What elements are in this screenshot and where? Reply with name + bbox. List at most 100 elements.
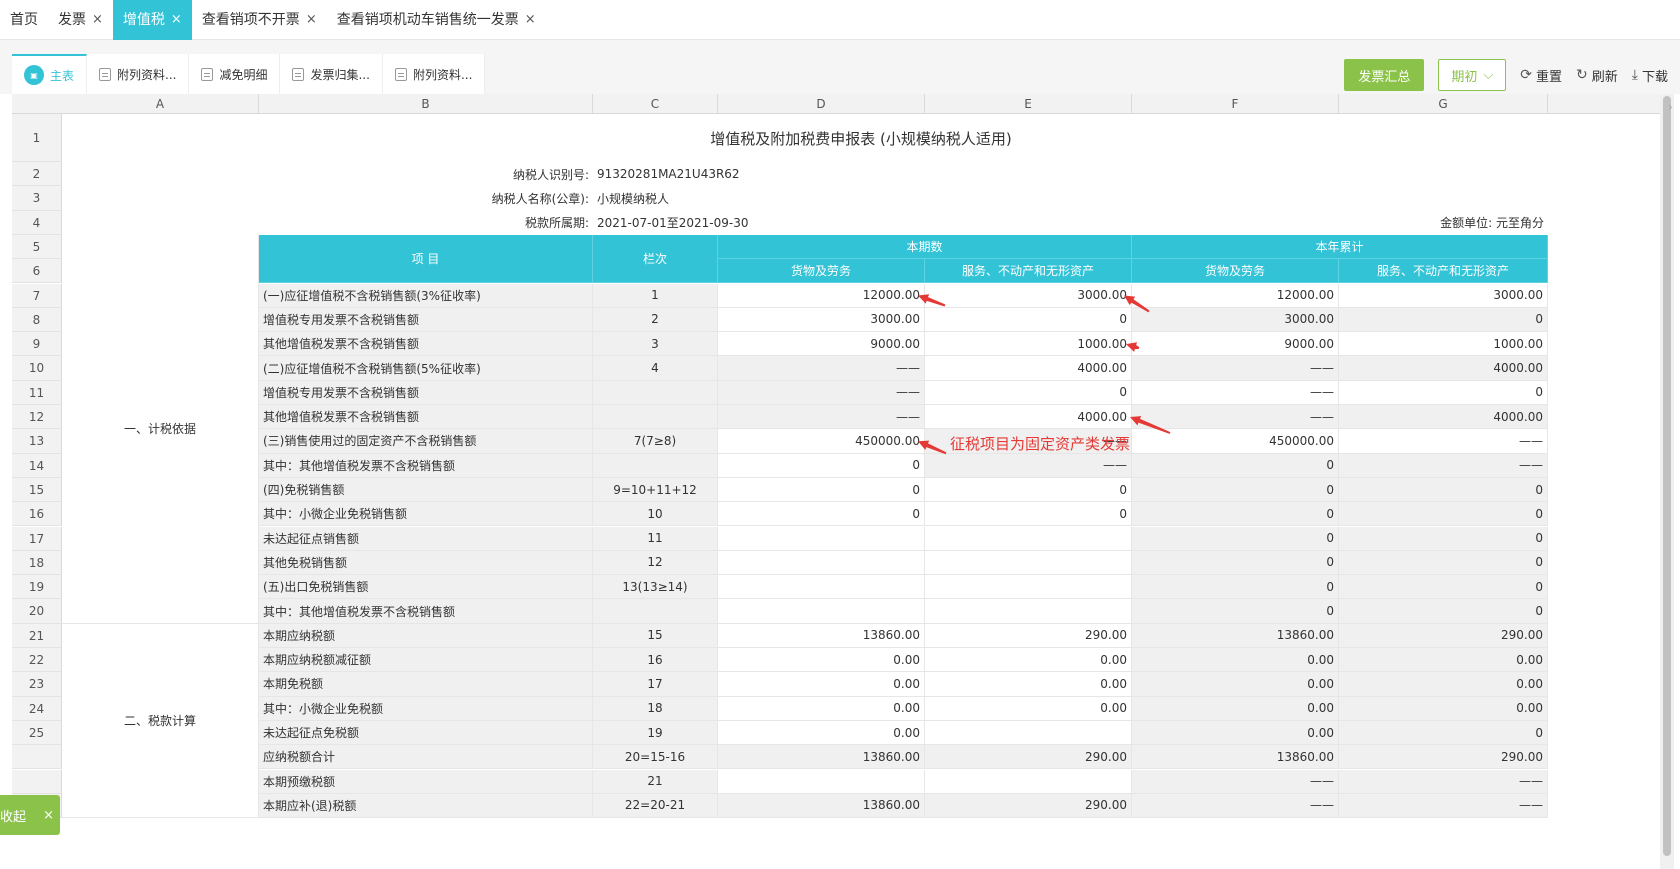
- cell-current-goods[interactable]: [718, 575, 925, 600]
- row-column-no[interactable]: 21: [593, 769, 718, 794]
- cell-ytd-services[interactable]: 1000.00: [1339, 332, 1548, 357]
- cell-ytd-services[interactable]: 0: [1339, 477, 1548, 503]
- row-header[interactable]: 21: [12, 623, 62, 648]
- cell-current-services[interactable]: 290.00: [925, 623, 1132, 648]
- cell-current-goods[interactable]: 0.00: [718, 720, 925, 746]
- cell-ytd-services[interactable]: 0: [1339, 575, 1548, 600]
- taxpayer-id-value[interactable]: 91320281MA21U43R62: [593, 162, 925, 186]
- section-tax-calc[interactable]: 二、税款计算: [62, 623, 259, 819]
- period-dropdown[interactable]: 期初 ⌵: [1438, 59, 1507, 91]
- close-icon[interactable]: ×: [92, 1, 103, 39]
- cell-ytd-services[interactable]: 3000.00: [1339, 283, 1548, 308]
- row-header[interactable]: 11: [12, 380, 62, 405]
- row-column-no[interactable]: 22=20-21: [593, 793, 718, 819]
- row-column-no[interactable]: [593, 453, 718, 478]
- close-icon[interactable]: ×: [306, 1, 317, 39]
- cell-ytd-services[interactable]: 0: [1339, 380, 1548, 405]
- row-item-label[interactable]: 增值税专用发票不含税销售额: [259, 380, 593, 405]
- tax-period-label[interactable]: 税款所属期:: [62, 211, 593, 235]
- cell-current-goods[interactable]: 450000.00: [718, 429, 925, 454]
- cell-current-services[interactable]: 290.00: [925, 793, 1132, 819]
- row-header[interactable]: 17: [12, 526, 62, 551]
- row-header[interactable]: 4: [12, 210, 62, 235]
- cell-ytd-services[interactable]: 290.00: [1339, 745, 1548, 770]
- row-column-no[interactable]: 18: [593, 696, 718, 721]
- row-header[interactable]: 24: [12, 696, 62, 721]
- cell-ytd-services[interactable]: 0: [1339, 307, 1548, 333]
- row-column-no[interactable]: 1: [593, 283, 718, 308]
- cell-current-services[interactable]: 3000.00: [925, 283, 1132, 308]
- column-header-b[interactable]: B: [259, 94, 593, 114]
- collapse-button[interactable]: 收起 ×: [0, 795, 60, 835]
- cell-current-services[interactable]: 1000.00: [925, 332, 1132, 357]
- row-header[interactable]: [12, 769, 62, 794]
- row-header[interactable]: [12, 745, 62, 770]
- cell-ytd-goods[interactable]: 13860.00: [1132, 623, 1339, 648]
- row-item-label[interactable]: 本期免税额: [259, 672, 593, 697]
- row-header[interactable]: 6: [12, 259, 62, 284]
- row-header[interactable]: 12: [12, 405, 62, 430]
- refresh-button[interactable]: ↻ 刷新: [1576, 66, 1618, 85]
- row-column-no[interactable]: 4: [593, 356, 718, 381]
- top-tab-0[interactable]: 首页: [0, 0, 48, 40]
- header-goods[interactable]: 货物及劳务: [718, 259, 925, 284]
- row-item-label[interactable]: 其中：小微企业免税销售额: [259, 502, 593, 527]
- sheet-tab-0[interactable]: ▣ 主表: [12, 54, 88, 94]
- row-column-no[interactable]: 9=10+11+12: [593, 477, 718, 503]
- cell-current-goods[interactable]: 0: [718, 477, 925, 503]
- row-item-label[interactable]: 其他免税销售额: [259, 550, 593, 576]
- chevron-right-icon[interactable]: ›: [1668, 100, 1673, 114]
- cell-ytd-services[interactable]: 290.00: [1339, 623, 1548, 648]
- row-item-label[interactable]: 其中：其他增值税发票不含税销售额: [259, 599, 593, 624]
- column-header-f[interactable]: F: [1132, 94, 1339, 114]
- cell-current-services[interactable]: 290.00: [925, 745, 1132, 770]
- row-item-label[interactable]: 增值税专用发票不含税销售额: [259, 307, 593, 333]
- cell-current-goods[interactable]: 0: [718, 453, 925, 478]
- header-item[interactable]: 项 目: [259, 234, 593, 284]
- cell-ytd-goods[interactable]: 0: [1132, 502, 1339, 527]
- cell-current-services[interactable]: [925, 550, 1132, 576]
- download-button[interactable]: ⤓ 下载: [1632, 66, 1668, 85]
- cell-ytd-goods[interactable]: 0.00: [1132, 672, 1339, 697]
- cell-ytd-goods[interactable]: 0.00: [1132, 696, 1339, 721]
- header-services[interactable]: 服务、不动产和无形资产: [925, 259, 1132, 284]
- row-column-no[interactable]: 16: [593, 648, 718, 673]
- row-header[interactable]: 1: [12, 114, 62, 162]
- cell-current-services[interactable]: [925, 599, 1132, 624]
- cell-ytd-services[interactable]: ——: [1339, 453, 1548, 478]
- row-column-no[interactable]: 12: [593, 550, 718, 576]
- cell-ytd-services[interactable]: 0: [1339, 526, 1548, 551]
- row-header[interactable]: 2: [12, 162, 62, 187]
- cell-current-services[interactable]: 0.00: [925, 672, 1132, 697]
- cell-current-goods[interactable]: 13860.00: [718, 793, 925, 819]
- row-item-label[interactable]: (二)应征增值税不含税销售额(5%征收率): [259, 356, 593, 381]
- top-tab-1[interactable]: 发票 ×: [48, 0, 113, 40]
- spreadsheet[interactable]: ABCDEFG 增值税及附加税费申报表 (小规模纳税人适用) 123456789…: [12, 94, 1660, 869]
- cell-ytd-goods[interactable]: 0: [1132, 526, 1339, 551]
- row-item-label[interactable]: 其他增值税发票不含税销售额: [259, 332, 593, 357]
- row-column-no[interactable]: 13(13≥14): [593, 575, 718, 600]
- cell-ytd-services[interactable]: 0: [1339, 720, 1548, 746]
- row-header[interactable]: 10: [12, 356, 62, 381]
- taxpayer-name-label[interactable]: 纳税人名称(公章):: [62, 186, 593, 210]
- top-tab-4[interactable]: 查看销项机动车销售统一发票 ×: [327, 0, 546, 40]
- cell-ytd-services[interactable]: 0: [1339, 502, 1548, 527]
- row-header[interactable]: 14: [12, 453, 62, 478]
- cell-current-goods[interactable]: 0.00: [718, 696, 925, 721]
- vertical-scrollbar[interactable]: [1660, 94, 1674, 869]
- row-column-no[interactable]: [593, 405, 718, 430]
- row-column-no[interactable]: 2: [593, 307, 718, 333]
- column-header-a[interactable]: A: [62, 94, 259, 114]
- cell-ytd-goods[interactable]: 13860.00: [1132, 745, 1339, 770]
- sheet-tab-2[interactable]: 减免明细: [189, 54, 281, 94]
- cell-ytd-goods[interactable]: 12000.00: [1132, 283, 1339, 308]
- row-item-label[interactable]: (一)应征增值税不含税销售额(3%征收率): [259, 283, 593, 308]
- cell-ytd-goods[interactable]: 0: [1132, 550, 1339, 576]
- row-header[interactable]: 13: [12, 429, 62, 454]
- cell-current-goods[interactable]: [718, 526, 925, 551]
- row-header[interactable]: 3: [12, 186, 62, 211]
- sheet-tab-1[interactable]: 附列资料...: [87, 54, 190, 94]
- cell-ytd-services[interactable]: 4000.00: [1339, 356, 1548, 381]
- row-item-label[interactable]: 本期应纳税额减征额: [259, 648, 593, 673]
- cell-ytd-services[interactable]: 0: [1339, 550, 1548, 576]
